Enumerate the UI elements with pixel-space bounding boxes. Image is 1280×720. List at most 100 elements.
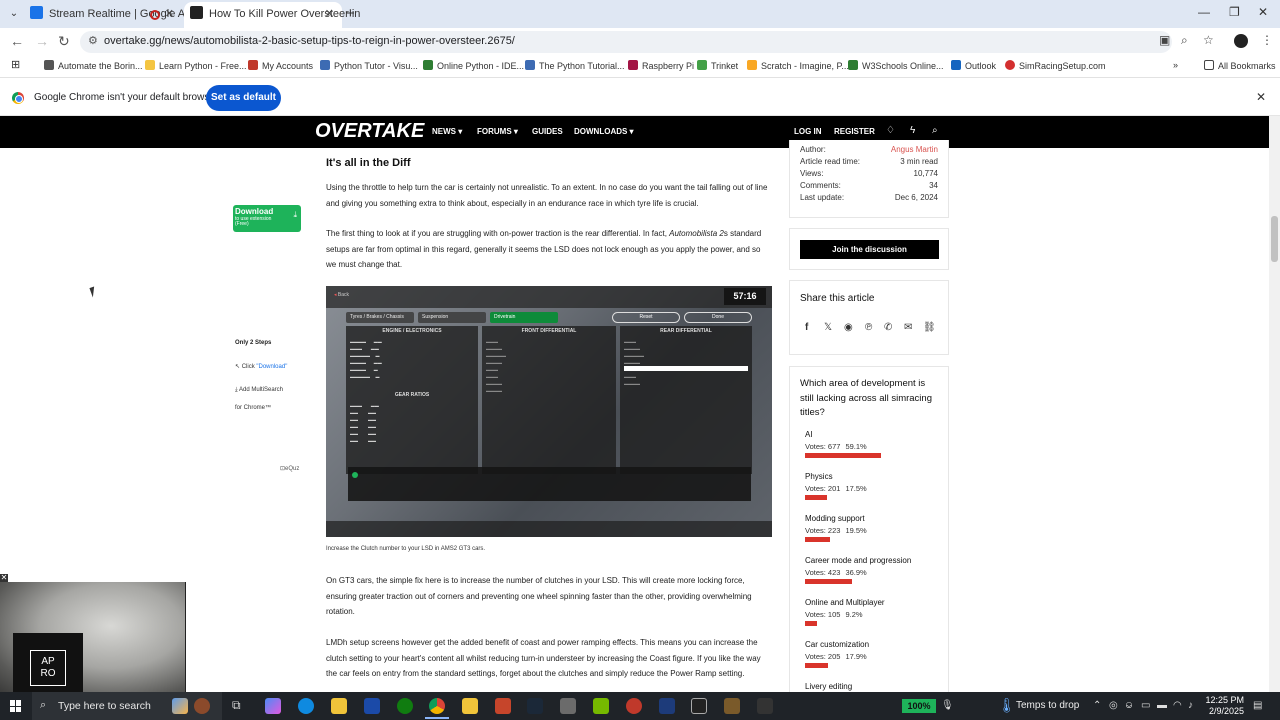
copilot-icon[interactable] (265, 698, 281, 714)
bookmark-item[interactable]: SimRacingSetup.com (1005, 60, 1106, 71)
address-bar[interactable]: ⚙ overtake.gg/news/automobilista-2-basic… (80, 31, 1172, 53)
volume-icon[interactable]: ♪ (1188, 700, 1193, 711)
author-link[interactable]: Angus Martin (891, 145, 938, 154)
close-infobar-icon[interactable]: ✕ (1256, 90, 1266, 104)
bookmark-item[interactable]: Raspberry Pi (628, 60, 694, 71)
wifi-icon[interactable]: ◠ (1173, 700, 1182, 711)
poll-option[interactable]: AI Votes: 677 59.1% (805, 430, 940, 458)
poll-option[interactable]: Physics Votes: 201 17.5% (805, 472, 940, 500)
cast-icon[interactable]: ▣ (1159, 33, 1170, 47)
login-link[interactable]: LOG IN (794, 127, 822, 136)
task-view-icon[interactable]: ⧉ (232, 698, 248, 714)
display-icon[interactable]: ▭ (1141, 700, 1150, 711)
pinterest-icon[interactable]: ℗ (865, 322, 872, 333)
poll-option[interactable]: Career mode and progression Votes: 423 36.… (805, 556, 940, 584)
app-icon[interactable] (626, 698, 642, 714)
weather-text[interactable]: Temps to drop (1016, 700, 1079, 711)
close-tab-icon[interactable]: ✕ (325, 2, 334, 26)
folder-icon[interactable] (462, 698, 478, 714)
back-icon[interactable]: ← (10, 33, 24, 49)
lightbulb-icon[interactable]: ♢ (886, 125, 895, 136)
notifications-icon[interactable]: ▤ (1253, 700, 1262, 711)
steam-icon[interactable] (527, 698, 543, 714)
link-icon[interactable]: ⛓ (923, 322, 936, 333)
bookmark-star-icon[interactable]: ☆ (1203, 33, 1214, 47)
facebook-icon[interactable]: f (805, 322, 808, 333)
article-image[interactable]: ◂ Back 57:16 Tyres / Brakes / Chassis Su… (326, 286, 772, 537)
minimize-icon[interactable]: — (1198, 5, 1210, 19)
tab-search-icon[interactable]: ⌄ (6, 6, 22, 22)
reddit-icon[interactable]: ◉ (844, 322, 853, 333)
x-icon[interactable]: 𝕏 (824, 322, 832, 333)
tab-stream-realtime[interactable]: Stream Realtime | Google A ✕ (24, 2, 185, 28)
battery-icon[interactable]: ▬ (1157, 700, 1167, 711)
nav-downloads[interactable]: DOWNLOADS ▾ (574, 127, 634, 136)
close-tab-icon[interactable]: ✕ (165, 2, 174, 26)
poll-option[interactable]: Livery editing (805, 682, 940, 691)
mic-tray-icon[interactable]: ⎉ (1125, 700, 1133, 711)
close-window-icon[interactable]: ✕ (1258, 5, 1268, 19)
tray-app-icon[interactable]: ◎ (1109, 700, 1118, 711)
chrome-icon[interactable] (429, 698, 445, 714)
mic-icon[interactable]: 🎙 (941, 700, 954, 711)
poll-option[interactable]: Modding support Votes: 223 19.5% (805, 514, 940, 542)
bookmark-item[interactable]: My Accounts (248, 60, 313, 71)
bookmark-item[interactable]: Learn Python - Free... (145, 60, 247, 71)
poll-option[interactable]: Online and Multiplayer Votes: 105 9.2% (805, 598, 940, 626)
clock[interactable]: 12:25 PM 2/9/2025 (1198, 695, 1244, 717)
profile-avatar[interactable] (1234, 34, 1248, 48)
battery-indicator[interactable]: 100% (902, 699, 936, 713)
poll-option[interactable]: Car customization Votes: 205 17.9% (805, 640, 940, 668)
app-icon[interactable] (659, 698, 675, 714)
app-icon[interactable] (757, 698, 773, 714)
nav-news[interactable]: NEWS ▾ (432, 127, 462, 136)
whatsapp-icon[interactable]: ✆ (884, 322, 892, 333)
windows-start-icon[interactable] (10, 700, 22, 712)
xbox-icon[interactable] (397, 698, 413, 714)
restore-icon[interactable]: ❐ (1229, 5, 1240, 19)
app-icon[interactable] (560, 698, 576, 714)
forward-icon[interactable]: → (35, 33, 49, 49)
site-logo[interactable]: OVERTAKE (315, 120, 424, 143)
page-scrollbar[interactable] (1269, 116, 1280, 692)
app-icon[interactable] (495, 698, 511, 714)
bookmark-item[interactable]: Python Tutor - Visu... (320, 60, 418, 71)
edge-icon[interactable] (298, 698, 314, 714)
reload-icon[interactable]: ↻ (58, 33, 70, 50)
ad-download-button[interactable]: Download to use extension (Free) ⤓ (233, 205, 301, 232)
bookmark-item[interactable]: The Python Tutorial... (525, 60, 625, 71)
set-as-default-button[interactable]: Set as default (206, 85, 281, 111)
bookmark-item[interactable]: Trinket (697, 60, 738, 71)
bookmark-item[interactable]: Outlook (951, 60, 996, 71)
app-icon[interactable] (724, 698, 740, 714)
menu-icon[interactable]: ⋮ (1261, 33, 1273, 47)
apps-icon[interactable]: ⊞ (11, 58, 20, 71)
taskbar-search[interactable]: ⌕ Type here to search (32, 692, 222, 720)
new-tab-button[interactable]: + (346, 5, 355, 22)
nvidia-icon[interactable] (593, 698, 609, 714)
search-icon[interactable]: ⌕ (932, 125, 938, 136)
poll-option-label: Modding support (805, 514, 865, 523)
nav-guides[interactable]: GUIDES (532, 127, 563, 136)
scroll-thumb[interactable] (1271, 216, 1278, 262)
more-bookmarks-icon[interactable]: » (1173, 60, 1178, 70)
all-bookmarks[interactable]: All Bookmarks (1204, 60, 1276, 71)
bookmark-item[interactable]: Automate the Borin... (44, 60, 143, 71)
tab-active-article[interactable]: How To Kill Power Oversteer in ✕ (184, 2, 360, 28)
lync-icon[interactable] (364, 698, 380, 714)
bookmark-item[interactable]: W3Schools Online... (848, 60, 944, 71)
app-icon[interactable] (691, 698, 707, 714)
bookmark-item[interactable]: Scratch - Imagine, P... (747, 60, 849, 71)
file-explorer-icon[interactable] (331, 698, 347, 714)
zoom-icon[interactable]: ⌕ (1181, 33, 1188, 48)
nav-forums[interactable]: FORUMS ▾ (477, 127, 518, 136)
chevron-up-icon[interactable]: ⌃ (1093, 700, 1101, 711)
close-webcam-icon[interactable]: ✕ (0, 574, 8, 582)
register-link[interactable]: REGISTER (834, 127, 875, 136)
bookmark-item[interactable]: Online Python - IDE... (423, 60, 524, 71)
email-icon[interactable]: ✉ (904, 322, 912, 333)
ad-download-link[interactable]: "Download" (256, 364, 287, 370)
site-info-icon[interactable]: ⚙ (88, 34, 98, 47)
bolt-icon[interactable]: ϟ (910, 125, 915, 136)
join-discussion-button[interactable]: Join the discussion (800, 240, 939, 259)
